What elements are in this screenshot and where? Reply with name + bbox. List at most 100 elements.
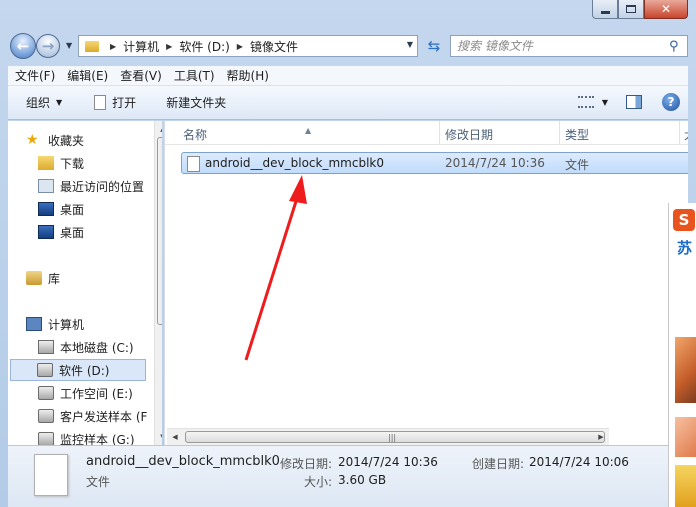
minimize-icon bbox=[600, 10, 610, 14]
details-pane: android__dev_block_mmcblk0 文件 修改日期: 2014… bbox=[8, 445, 688, 507]
maximize-button[interactable] bbox=[618, 0, 644, 19]
sidebar-item-computer[interactable]: 计算机 bbox=[26, 313, 84, 335]
app-thumbnail bbox=[675, 465, 696, 507]
sidebar-item-desktop[interactable]: 桌面 bbox=[38, 221, 84, 243]
drive-icon bbox=[38, 386, 54, 400]
menu-view[interactable]: 查看(V) bbox=[113, 67, 167, 84]
view-options-dropdown-icon[interactable]: ▼ bbox=[602, 98, 608, 107]
column-header-name[interactable]: 名称 bbox=[183, 126, 207, 143]
sidebar-item-label: 收藏夹 bbox=[48, 133, 85, 148]
sidebar-item-libraries[interactable]: 库 bbox=[26, 267, 60, 289]
chevron-down-icon: ▼ bbox=[56, 98, 63, 107]
folder-icon bbox=[85, 40, 99, 52]
breadcrumb-drive-d[interactable]: 软件 (D:) bbox=[179, 38, 229, 55]
column-divider[interactable] bbox=[559, 121, 560, 145]
scrollbar-thumb[interactable]: ||| bbox=[185, 431, 605, 443]
system-drive-icon bbox=[38, 340, 54, 354]
drive-icon bbox=[38, 432, 54, 445]
sidebar-item-drive-c[interactable]: 本地磁盘 (C:) bbox=[38, 336, 134, 358]
new-folder-button[interactable]: 新建文件夹 bbox=[166, 94, 226, 111]
command-bar: 组织 ▼ 打开 新建文件夹 ▼ ? bbox=[8, 86, 688, 120]
app-text: 苏 bbox=[677, 239, 693, 257]
details-size-value: 3.60 GB bbox=[338, 473, 387, 487]
sidebar-item-label: 库 bbox=[48, 271, 61, 286]
column-divider[interactable] bbox=[679, 121, 680, 145]
grip-icon: ||| bbox=[388, 433, 397, 442]
sidebar-item-downloads[interactable]: 下载 bbox=[38, 152, 84, 174]
chevron-right-icon[interactable]: ▶ bbox=[110, 42, 116, 51]
sidebar-item-label: 计算机 bbox=[48, 317, 85, 332]
scroll-down-icon[interactable]: ▼ bbox=[155, 429, 162, 445]
sidebar-item-recent-places[interactable]: 最近访问的位置 bbox=[38, 175, 144, 197]
chevron-right-icon[interactable]: ▶ bbox=[166, 42, 172, 51]
navigation-pane-scrollbar[interactable]: ▲ ▼ bbox=[154, 121, 162, 445]
app-thumbnail bbox=[675, 337, 696, 403]
computer-icon bbox=[26, 317, 42, 331]
sidebar-item-label: 桌面 bbox=[60, 202, 85, 217]
star-icon: ★ bbox=[26, 132, 39, 148]
chevron-right-icon[interactable]: ▶ bbox=[237, 42, 243, 51]
explorer-window: ✕ ← → ▼ ▶ 计算机 ▶ 软件 (D:) ▶ 镜像文件 ▼ ⇆ ⚲ 文件(… bbox=[0, 0, 696, 507]
sidebar-item-desktop[interactable]: 桌面 bbox=[38, 198, 84, 220]
menu-file[interactable]: 文件(F) bbox=[8, 67, 60, 84]
menu-help[interactable]: 帮助(H) bbox=[220, 67, 274, 84]
sidebar-item-drive-f[interactable]: 客户发送样本 (F bbox=[38, 405, 147, 427]
details-size-label: 大小: bbox=[304, 475, 333, 489]
library-icon bbox=[26, 271, 42, 285]
sidebar-item-label: 桌面 bbox=[60, 225, 85, 240]
app-logo: S bbox=[673, 209, 695, 231]
refresh-button[interactable]: ⇆ bbox=[422, 35, 446, 57]
column-header-size[interactable]: 大 bbox=[684, 126, 688, 143]
address-bar[interactable]: ▶ 计算机 ▶ 软件 (D:) ▶ 镜像文件 ▼ bbox=[78, 35, 418, 57]
drive-icon bbox=[38, 409, 54, 423]
back-arrow-icon: ← bbox=[16, 37, 30, 55]
forward-button[interactable]: → bbox=[36, 34, 60, 58]
sidebar-item-label: 本地磁盘 (C:) bbox=[60, 340, 134, 355]
details-created-label: 创建日期: bbox=[472, 457, 525, 471]
address-dropdown-icon[interactable]: ▼ bbox=[407, 40, 413, 49]
scroll-left-icon[interactable]: ◀ bbox=[167, 429, 183, 445]
column-headers: ▲ 名称 修改日期 类型 大 bbox=[165, 121, 688, 145]
close-button[interactable]: ✕ bbox=[644, 0, 688, 19]
recent-places-icon bbox=[38, 179, 54, 193]
file-name: android__dev_block_mmcblk0 bbox=[205, 156, 384, 170]
column-header-type[interactable]: 类型 bbox=[565, 126, 589, 143]
help-icon[interactable]: ? bbox=[662, 93, 680, 111]
file-type: 文件 bbox=[565, 158, 590, 172]
sidebar-item-drive-e[interactable]: 工作空间 (E:) bbox=[38, 382, 133, 404]
sidebar-item-drive-d[interactable]: 软件 (D:) bbox=[10, 359, 146, 381]
menu-tools[interactable]: 工具(T) bbox=[167, 67, 220, 84]
breadcrumb-current-folder[interactable]: 镜像文件 bbox=[250, 38, 298, 55]
details-file-name: android__dev_block_mmcblk0 bbox=[86, 454, 280, 469]
details-file-type: 文件 bbox=[86, 475, 111, 489]
file-list-horizontal-scrollbar[interactable]: ◀ ||| ▶ bbox=[167, 428, 609, 445]
refresh-icon: ⇆ bbox=[427, 37, 441, 55]
column-divider[interactable] bbox=[439, 121, 440, 145]
preview-pane-icon[interactable] bbox=[626, 95, 642, 109]
sidebar-item-favorites[interactable]: ★ 收藏夹 bbox=[26, 129, 84, 151]
scroll-up-icon[interactable]: ▲ bbox=[155, 121, 162, 137]
view-controls: ▼ ? bbox=[577, 93, 680, 111]
navigation-bar: ← → ▼ ▶ 计算机 ▶ 软件 (D:) ▶ 镜像文件 ▼ ⇆ ⚲ bbox=[8, 32, 688, 60]
open-button[interactable]: 打开 bbox=[94, 94, 136, 111]
search-box[interactable]: ⚲ bbox=[450, 35, 688, 57]
new-folder-label: 新建文件夹 bbox=[166, 96, 227, 110]
minimize-button[interactable] bbox=[592, 0, 618, 19]
organize-button[interactable]: 组织 ▼ bbox=[26, 94, 62, 111]
breadcrumb-computer[interactable]: 计算机 bbox=[123, 38, 159, 55]
desktop-icon bbox=[38, 225, 54, 239]
back-button[interactable]: ← bbox=[10, 33, 36, 59]
recent-pages-dropdown[interactable]: ▼ bbox=[66, 41, 72, 50]
organize-label: 组织 bbox=[26, 96, 51, 110]
sidebar-item-label: 工作空间 (E:) bbox=[60, 386, 133, 401]
search-input[interactable] bbox=[457, 39, 669, 53]
overlapping-app-window[interactable]: S 苏 bbox=[668, 203, 696, 507]
file-row[interactable]: android__dev_block_mmcblk0 2014/7/24 10:… bbox=[181, 152, 688, 174]
sidebar-item-drive-g[interactable]: 监控样本 (G:) bbox=[38, 428, 135, 445]
menu-edit[interactable]: 编辑(E) bbox=[60, 67, 113, 84]
column-header-modified[interactable]: 修改日期 bbox=[445, 126, 493, 143]
scrollbar-thumb[interactable] bbox=[157, 137, 162, 325]
scroll-right-icon[interactable]: ▶ bbox=[593, 429, 609, 445]
search-icon[interactable]: ⚲ bbox=[669, 39, 687, 54]
change-view-icon[interactable] bbox=[577, 96, 594, 108]
